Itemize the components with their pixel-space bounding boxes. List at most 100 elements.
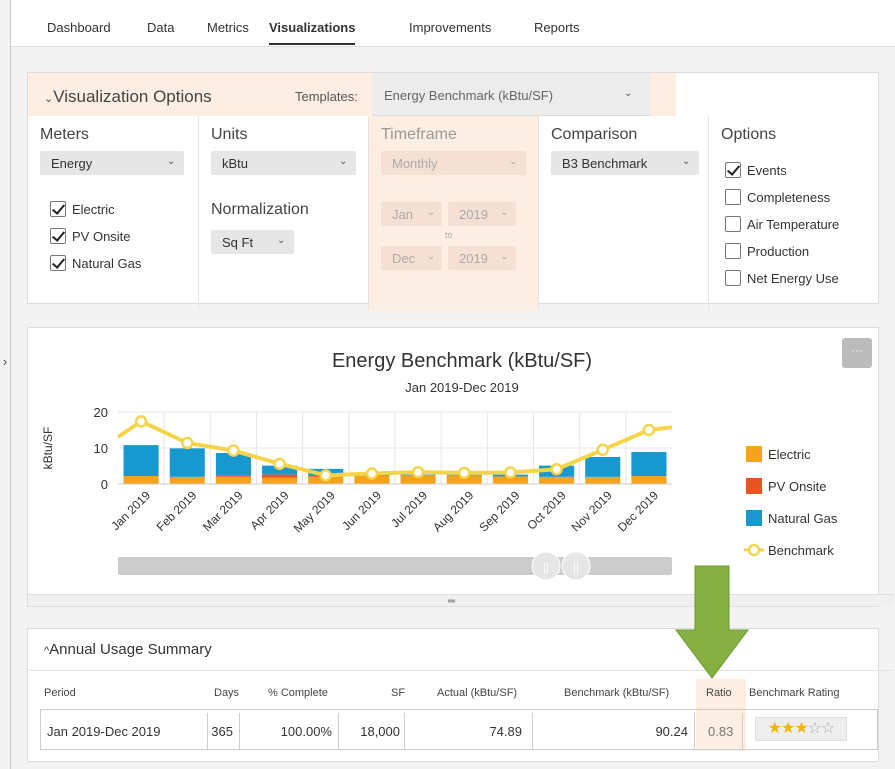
templates-label: Templates: (295, 89, 358, 104)
header-actual: Actual (kBtu/SF) (437, 687, 518, 699)
options-column: Options Events Completeness Air Temperat… (709, 116, 878, 310)
meter-pv-onsite-checkbox[interactable]: PV Onsite (50, 228, 190, 246)
cell-ratio: 0.83 (695, 713, 743, 750)
option-completeness-checkbox[interactable]: Completeness (725, 189, 870, 207)
tab-improvements[interactable]: Improvements (409, 20, 491, 45)
visualization-options-header[interactable]: ⌄Visualization Options Templates: (28, 73, 372, 116)
chevron-down-icon: ⌄ (624, 88, 633, 99)
x-tick-label: Mar 2019 (200, 488, 246, 534)
y-tick-label: 20 (94, 405, 108, 420)
from-year-select[interactable]: 2019 ⌄ (448, 202, 516, 226)
tab-visualizations[interactable]: Visualizations (269, 20, 356, 45)
bar-electric (262, 477, 298, 484)
summary-title[interactable]: ^Annual Usage Summary (44, 641, 212, 658)
templates-header-accent (650, 73, 676, 116)
y-tick-label: 10 (94, 441, 108, 456)
bar-pv-onsite (262, 474, 298, 478)
timeframe-select-value: Monthly (392, 156, 438, 171)
y-tick-label: 0 (101, 477, 108, 492)
tab-data[interactable]: Data (147, 20, 174, 45)
header-period: Period (44, 687, 76, 699)
bar-electric (169, 476, 205, 484)
x-tick-label: May 2019 (291, 488, 338, 535)
option-events-label: Events (747, 163, 787, 178)
benchmark-point (411, 465, 425, 479)
meter-electric-label: Electric (72, 202, 115, 217)
meters-title: Meters (40, 126, 89, 143)
chevron-down-icon: ⌄ (427, 251, 436, 262)
from-month-value: Jan (392, 207, 413, 222)
x-tick-label: Jan 2019 (108, 488, 153, 533)
normalization-select[interactable]: Sq Ft ⌄ (211, 230, 294, 254)
header-benchmark: Benchmark (kBtu/SF) (564, 687, 670, 699)
template-select[interactable]: Energy Benchmark (kBtu/SF) ⌄ (372, 73, 650, 116)
bar-electric (539, 476, 575, 484)
cell-sf: 18,000 (339, 713, 405, 750)
option-net-energy-use-label: Net Energy Use (747, 271, 839, 286)
legend-label: Natural Gas (768, 511, 838, 526)
timeframe-column: Timeframe Monthly ⌄ Jan ⌄ 2019 ⌄ to Dec … (369, 116, 539, 310)
star-filled-icon: ★ (780, 720, 795, 737)
to-month-value: Dec (392, 251, 416, 266)
star-empty-icon: ☆ (807, 720, 822, 737)
cell-actual: 74.89 (405, 713, 533, 750)
chevron-down-icon: ⌄ (500, 207, 509, 218)
x-tick-label: Nov 2019 (569, 488, 615, 534)
template-select-value: Energy Benchmark (kBtu/SF) (384, 88, 554, 103)
cell-pct-complete: 100.00% (240, 713, 339, 750)
timeframe-select[interactable]: Monthly ⌄ (381, 151, 526, 175)
benchmark-point (458, 466, 471, 480)
header-sf: SF (391, 687, 406, 699)
expand-sidebar-icon[interactable]: › (0, 352, 10, 372)
tab-reports[interactable]: Reports (534, 20, 580, 45)
chevron-down-icon: ⌄ (500, 251, 509, 262)
meters-select[interactable]: Energy ⌄ (40, 151, 184, 175)
meter-pv-onsite-label: PV Onsite (72, 229, 131, 244)
to-year-select[interactable]: 2019 ⌄ (448, 246, 516, 270)
handle-grip-icon: || (573, 562, 579, 574)
legend-swatch-electric (746, 446, 762, 462)
meter-electric-checkbox[interactable]: Electric (50, 201, 190, 219)
option-net-energy-use-checkbox[interactable]: Net Energy Use (725, 270, 870, 288)
benchmark-point (596, 443, 609, 457)
timeframe-title: Timeframe (381, 126, 457, 143)
option-events-checkbox[interactable]: Events (725, 162, 870, 180)
benchmark-point (273, 457, 286, 471)
chart-resize-handle[interactable]: ═ (28, 594, 894, 607)
to-month-select[interactable]: Dec ⌄ (381, 246, 442, 270)
meter-natural-gas-checkbox[interactable]: Natural Gas (50, 255, 190, 273)
benchmark-rating-stars: ★★★☆☆ (755, 717, 847, 741)
comparison-select[interactable]: B3 Benchmark ⌄ (551, 151, 699, 175)
tab-metrics[interactable]: Metrics (207, 20, 249, 45)
bar-pv-onsite (215, 475, 251, 477)
chart-menu-button[interactable]: ··· (842, 338, 872, 368)
comparison-title: Comparison (551, 126, 638, 143)
bar-electric (631, 476, 667, 484)
summary-divider (28, 670, 894, 671)
x-tick-label: Jun 2019 (339, 488, 384, 533)
option-air-temperature-checkbox[interactable]: Air Temperature (725, 216, 870, 234)
chart-subtitle: Jan 2019-Dec 2019 (405, 380, 519, 395)
option-production-checkbox[interactable]: Production (725, 243, 870, 261)
from-month-select[interactable]: Jan ⌄ (381, 202, 442, 226)
option-air-temperature-label: Air Temperature (747, 217, 840, 232)
header-ratio: Ratio (706, 687, 732, 699)
legend-swatch-pv-onsite (746, 478, 762, 494)
checkbox-unchecked-icon (725, 216, 741, 232)
legend-label: Benchmark (768, 543, 834, 558)
tab-dashboard[interactable]: Dashboard (47, 20, 111, 45)
chevron-down-icon: ⌄ (427, 207, 436, 218)
units-select[interactable]: kBtu ⌄ (211, 151, 356, 175)
visualization-options-title: ⌄Visualization Options (44, 87, 212, 106)
checkbox-checked-icon (50, 255, 66, 271)
from-year-value: 2019 (459, 207, 488, 222)
cell-period: Jan 2019-Dec 2019 (41, 713, 208, 750)
x-tick-label: Oct 2019 (524, 488, 569, 533)
x-tick-label: Jul 2019 (388, 488, 430, 530)
header-benchmark-rating: Benchmark Rating (749, 687, 840, 699)
drag-grip-icon: ═ (448, 596, 456, 607)
x-tick-label: Feb 2019 (154, 488, 200, 534)
x-tick-label: Apr 2019 (247, 488, 292, 533)
bar-natural-gas (631, 451, 667, 477)
benchmark-point (227, 444, 240, 457)
